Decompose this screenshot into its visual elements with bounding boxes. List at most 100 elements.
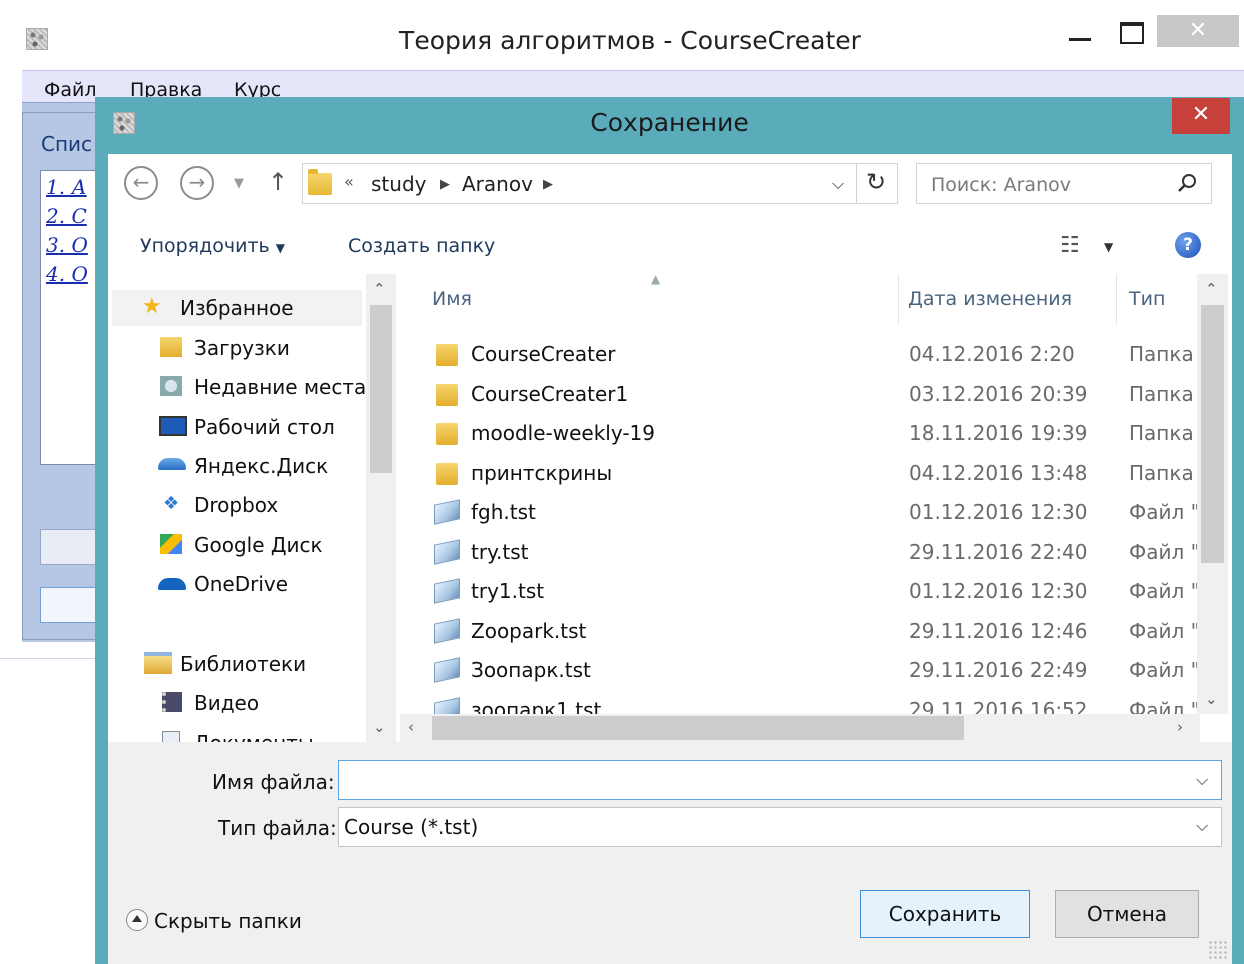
nav-downloads[interactable]: Загрузки <box>194 336 290 360</box>
nav-documents[interactable]: Документы <box>194 731 314 742</box>
hide-folders-button[interactable]: Скрыть папки <box>154 909 302 933</box>
organize-dropdown-icon: ▼ <box>275 241 285 255</box>
folder-icon <box>436 383 458 406</box>
file-list-hscroll-thumb[interactable] <box>432 716 964 740</box>
file-name: зоопарк1.tst <box>471 697 602 716</box>
filename-dropdown-icon[interactable]: ⌵ <box>1196 770 1208 790</box>
view-dropdown-icon[interactable]: ▼ <box>1104 240 1113 254</box>
file-date: 04.12.2016 2:20 <box>909 342 1075 366</box>
file-date: 01.12.2016 12:30 <box>909 500 1088 524</box>
file-type: Файл "T <box>1129 579 1197 603</box>
file-type: Папка с <box>1129 342 1197 366</box>
nav-desktop[interactable]: Рабочий стол <box>194 415 335 439</box>
breadcrumb-chevron-icon[interactable]: ▶ <box>440 177 450 192</box>
file-scroll-down-icon[interactable]: ⌄ <box>1205 690 1218 708</box>
file-date: 29.11.2016 16:52 <box>909 697 1088 716</box>
menu-file[interactable]: Файл <box>44 79 97 101</box>
file-name: moodle-weekly-19 <box>471 421 655 445</box>
forward-button[interactable]: → <box>180 166 214 200</box>
file-scroll-right-icon[interactable]: › <box>1177 718 1183 736</box>
onedrive-icon <box>158 578 186 590</box>
file-date: 29.11.2016 22:49 <box>909 658 1088 682</box>
view-options-icon[interactable]: ☷ <box>1060 233 1080 258</box>
folder-icon <box>436 344 458 366</box>
nav-scroll-up-icon[interactable]: ⌃ <box>373 280 386 298</box>
new-folder-button[interactable]: Создать папку <box>348 235 495 257</box>
save-button[interactable]: Сохранить <box>860 890 1030 938</box>
filetype-value: Course (*.tst) <box>344 815 479 839</box>
address-folder-icon <box>308 169 332 195</box>
file-type: Файл "T <box>1129 658 1197 682</box>
column-date[interactable]: Дата изменения <box>908 288 1072 310</box>
address-dropdown-icon[interactable]: ⌵ <box>832 174 844 194</box>
column-name[interactable]: Имя <box>432 288 472 310</box>
nav-yandex-disk[interactable]: Яндекс.Диск <box>194 454 328 478</box>
nav-dropbox[interactable]: Dropbox <box>194 493 278 517</box>
search-icon[interactable] <box>1176 172 1198 194</box>
breadcrumb-overflow[interactable]: « <box>344 172 354 191</box>
help-icon[interactable]: ? <box>1175 232 1201 258</box>
breadcrumb-aranov[interactable]: Aranov <box>462 172 533 196</box>
list-item-2[interactable]: 2. С <box>46 204 87 228</box>
nav-onedrive[interactable]: OneDrive <box>194 572 288 596</box>
nav-scroll-thumb[interactable] <box>370 305 392 473</box>
file-type: Папка с <box>1129 460 1197 485</box>
column-divider[interactable] <box>1116 274 1117 324</box>
back-button[interactable]: ← <box>124 166 158 200</box>
nav-video[interactable]: Видео <box>194 691 259 715</box>
file-date: 29.11.2016 12:46 <box>909 618 1088 643</box>
star-icon: ★ <box>142 294 162 319</box>
cancel-button[interactable]: Отмена <box>1055 890 1199 938</box>
file-type: Папка с <box>1129 421 1197 445</box>
up-level-button[interactable]: ↑ <box>268 168 288 196</box>
list-item-4[interactable]: 4. О <box>46 262 88 286</box>
file-name: CourseCreater <box>471 342 616 366</box>
column-type[interactable]: Тип <box>1129 288 1165 310</box>
file-name: CourseCreater1 <box>471 381 629 406</box>
refresh-icon[interactable]: ↻ <box>866 168 886 196</box>
filetype-label: Тип файла: <box>218 816 337 840</box>
file-name: принтскрины <box>471 460 613 485</box>
organize-button[interactable]: Упорядочить ▼ <box>140 235 285 257</box>
folder-icon <box>436 423 458 445</box>
libraries-icon <box>144 652 172 674</box>
dialog-title: Сохранение <box>590 108 749 137</box>
nav-libraries[interactable]: Библиотеки <box>180 652 306 676</box>
filename-label: Имя файла: <box>212 770 335 794</box>
address-divider <box>856 163 857 204</box>
search-input[interactable]: Поиск: Aranov <box>931 174 1071 196</box>
list-label: Спис <box>41 132 93 156</box>
nav-clip: Документы <box>110 728 366 742</box>
nav-google-drive[interactable]: Google Диск <box>194 533 323 557</box>
file-name: Zoopark.tst <box>471 618 587 643</box>
file-name: fgh.tst <box>471 500 536 524</box>
file-type: Папка с <box>1129 381 1197 406</box>
resize-grip[interactable] <box>1208 940 1228 960</box>
breadcrumb-chevron-icon[interactable]: ▶ <box>543 177 553 192</box>
list-item-1[interactable]: 1. А <box>46 175 87 199</box>
nav-favorites[interactable]: Избранное <box>180 296 294 320</box>
column-divider[interactable] <box>898 274 899 324</box>
file-list[interactable]: CourseCreater 04.12.2016 2:20 Папка с Cours… <box>400 330 1197 715</box>
filetype-dropdown-icon[interactable]: ⌵ <box>1196 816 1208 836</box>
recent-locations-icon[interactable]: ▼ <box>234 176 244 191</box>
hide-folders-icon[interactable] <box>126 909 148 931</box>
nav-recent-places[interactable]: Недавние места <box>194 375 366 399</box>
main-close-button[interactable]: ✕ <box>1157 15 1239 47</box>
file-list-vscroll-thumb[interactable] <box>1201 305 1224 563</box>
file-scroll-up-icon[interactable]: ⌃ <box>1205 280 1218 298</box>
file-date: 29.11.2016 22:40 <box>909 539 1088 564</box>
google-drive-icon <box>160 534 182 554</box>
filename-input[interactable] <box>338 760 1222 800</box>
organize-label: Упорядочить <box>140 235 270 257</box>
nav-scroll-down-icon[interactable]: ⌄ <box>373 718 386 736</box>
desktop-icon <box>159 416 187 436</box>
breadcrumb-study[interactable]: study <box>371 172 426 196</box>
file-date: 18.11.2016 19:39 <box>909 421 1088 445</box>
file-scroll-left-icon[interactable]: ‹ <box>408 718 414 736</box>
maximize-button[interactable] <box>1118 16 1144 50</box>
dialog-close-button[interactable]: ✕ <box>1172 98 1230 134</box>
list-item-3[interactable]: 3. О <box>46 233 88 257</box>
file-date: 03.12.2016 20:39 <box>909 381 1088 406</box>
minimize-button[interactable] <box>1066 16 1094 50</box>
